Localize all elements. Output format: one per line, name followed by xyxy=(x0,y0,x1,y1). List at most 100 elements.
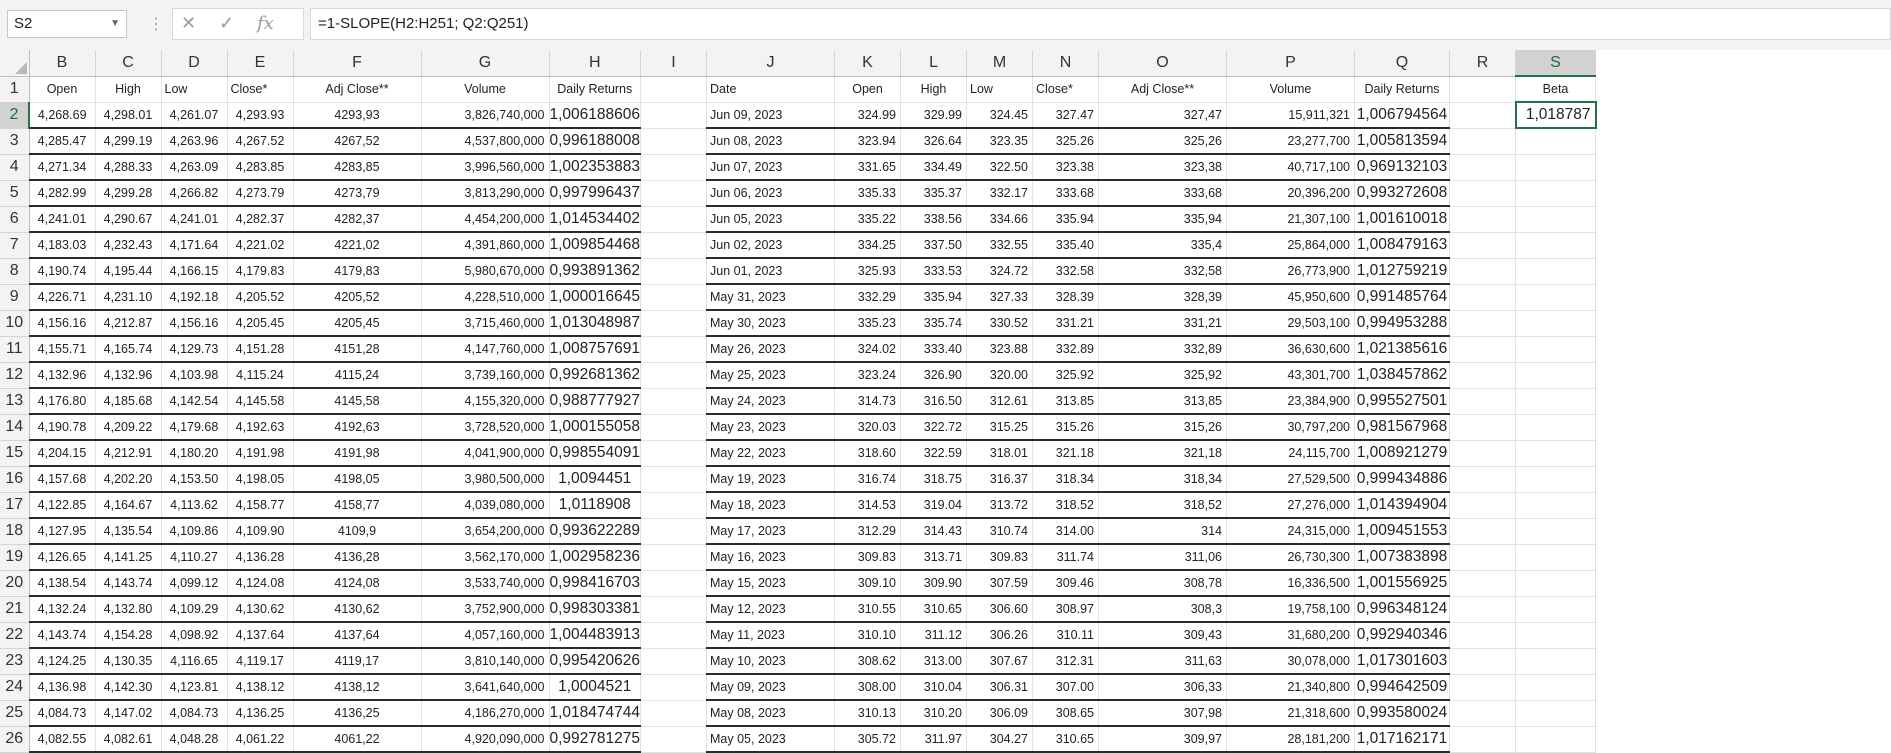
data-cell[interactable]: 4,157.68 xyxy=(29,466,96,493)
data-cell[interactable]: 332,58 xyxy=(1098,258,1228,285)
data-cell[interactable]: 4,263.96 xyxy=(161,128,228,155)
data-cell[interactable]: 4,183.03 xyxy=(29,232,96,259)
data-cell[interactable] xyxy=(1449,232,1517,259)
data-cell[interactable]: 305.72 xyxy=(834,726,902,753)
row-header[interactable]: 4 xyxy=(0,154,30,181)
data-cell[interactable]: 321,18 xyxy=(1098,440,1228,467)
data-cell[interactable]: 23,384,900 xyxy=(1226,388,1356,415)
column-label-cell[interactable]: Open xyxy=(29,76,96,103)
data-cell[interactable] xyxy=(640,102,708,129)
column-label-cell[interactable]: Close* xyxy=(227,76,294,103)
data-cell[interactable]: 4,136.25 xyxy=(227,700,294,727)
data-cell[interactable]: 4,186,270,000 xyxy=(421,700,550,727)
data-cell[interactable]: 316.37 xyxy=(966,466,1034,493)
data-cell[interactable] xyxy=(640,700,708,727)
data-cell[interactable]: 338.56 xyxy=(900,206,968,233)
data-cell[interactable]: 3,739,160,000 xyxy=(421,362,550,389)
data-cell[interactable] xyxy=(1515,128,1597,155)
row-header[interactable]: 10 xyxy=(0,310,30,337)
data-cell[interactable]: 1,038457862 xyxy=(1354,362,1451,389)
data-cell[interactable]: 3,715,460,000 xyxy=(421,310,550,337)
data-cell[interactable]: 1,021385616 xyxy=(1354,336,1451,363)
data-cell[interactable] xyxy=(1515,518,1597,545)
data-cell[interactable]: 311.97 xyxy=(900,726,968,753)
data-cell[interactable]: 307.67 xyxy=(966,648,1034,675)
data-cell[interactable]: 4,155,320,000 xyxy=(421,388,550,415)
data-cell[interactable]: 323.88 xyxy=(966,336,1034,363)
data-cell[interactable]: 3,562,170,000 xyxy=(421,544,550,571)
data-cell[interactable]: 4,204.15 xyxy=(29,440,96,467)
data-cell[interactable]: 331.65 xyxy=(834,154,902,181)
data-cell[interactable]: 4,165.74 xyxy=(95,336,162,363)
data-cell[interactable]: 4,151.28 xyxy=(227,336,294,363)
data-cell[interactable] xyxy=(1449,726,1517,753)
data-cell[interactable]: 4136,28 xyxy=(293,544,422,571)
data-cell[interactable]: 3,728,520,000 xyxy=(421,414,550,441)
data-cell[interactable]: 335.94 xyxy=(900,284,968,311)
data-cell[interactable]: 332.55 xyxy=(966,232,1034,259)
data-cell[interactable] xyxy=(640,310,708,337)
data-cell[interactable]: 0,997996437 xyxy=(549,180,642,207)
data-cell[interactable]: 322.72 xyxy=(900,414,968,441)
data-cell[interactable]: 334.66 xyxy=(966,206,1034,233)
row-header[interactable]: 15 xyxy=(0,440,30,467)
data-cell[interactable]: 4,212.91 xyxy=(95,440,162,467)
data-cell[interactable]: Jun 07, 2023 xyxy=(706,154,836,181)
data-cell[interactable]: 4,195.44 xyxy=(95,258,162,285)
row-header[interactable]: 16 xyxy=(0,466,30,493)
data-cell[interactable]: 0,991485764 xyxy=(1354,284,1451,311)
data-cell[interactable]: 0,999434886 xyxy=(1354,466,1451,493)
data-cell[interactable]: 308,3 xyxy=(1098,596,1228,623)
data-cell[interactable]: 30,797,200 xyxy=(1226,414,1356,441)
data-cell[interactable]: Jun 08, 2023 xyxy=(706,128,836,155)
data-cell[interactable]: 4,116.65 xyxy=(161,648,228,675)
data-cell[interactable]: 322.50 xyxy=(966,154,1034,181)
data-cell[interactable]: 318.34 xyxy=(1032,466,1100,493)
data-cell[interactable] xyxy=(1449,388,1517,415)
data-cell[interactable]: 335,94 xyxy=(1098,206,1228,233)
data-cell[interactable]: 309,43 xyxy=(1098,622,1228,649)
data-cell[interactable]: 4,082.61 xyxy=(95,726,162,753)
data-cell[interactable] xyxy=(1449,622,1517,649)
data-cell[interactable]: 4,142.54 xyxy=(161,388,228,415)
data-cell[interactable]: 318,34 xyxy=(1098,466,1228,493)
data-cell[interactable]: 313.00 xyxy=(900,648,968,675)
column-header-f[interactable]: F xyxy=(293,50,422,77)
column-label-cell[interactable] xyxy=(1449,76,1517,103)
data-cell[interactable]: 326.90 xyxy=(900,362,968,389)
data-cell[interactable] xyxy=(1449,466,1517,493)
column-header-g[interactable]: G xyxy=(421,50,550,77)
data-cell[interactable]: 332,89 xyxy=(1098,336,1228,363)
data-cell[interactable] xyxy=(1449,440,1517,467)
data-cell[interactable]: 1,004483913 xyxy=(549,622,642,649)
data-cell[interactable] xyxy=(1449,362,1517,389)
data-cell[interactable]: 0,992781275 xyxy=(549,726,642,753)
column-label-cell[interactable]: Date xyxy=(706,76,836,103)
data-cell[interactable]: 31,680,200 xyxy=(1226,622,1356,649)
data-cell[interactable] xyxy=(1515,544,1597,571)
data-cell[interactable] xyxy=(640,492,708,519)
data-cell[interactable]: 4,127.95 xyxy=(29,518,96,545)
data-cell[interactable]: 4,271.34 xyxy=(29,154,96,181)
data-cell[interactable] xyxy=(1449,518,1517,545)
data-cell[interactable] xyxy=(1515,414,1597,441)
data-cell[interactable] xyxy=(640,570,708,597)
data-cell[interactable] xyxy=(1449,180,1517,207)
column-label-cell[interactable]: Open xyxy=(834,76,902,103)
data-cell[interactable]: 4,241.01 xyxy=(161,206,228,233)
data-cell[interactable]: May 16, 2023 xyxy=(706,544,836,571)
data-cell[interactable]: 4,231.10 xyxy=(95,284,162,311)
data-cell[interactable] xyxy=(1515,180,1597,207)
data-cell[interactable]: 4283,85 xyxy=(293,154,422,181)
data-cell[interactable] xyxy=(640,726,708,753)
data-cell[interactable]: 28,181,200 xyxy=(1226,726,1356,753)
data-cell[interactable]: 1,002958236 xyxy=(549,544,642,571)
data-cell[interactable] xyxy=(1515,570,1597,597)
data-cell[interactable]: 4,098.92 xyxy=(161,622,228,649)
column-header-o[interactable]: O xyxy=(1098,50,1228,77)
row-header[interactable]: 5 xyxy=(0,180,30,207)
data-cell[interactable] xyxy=(1515,284,1597,311)
data-cell[interactable]: 4,537,800,000 xyxy=(421,128,550,155)
data-cell[interactable]: 314.43 xyxy=(900,518,968,545)
data-cell[interactable]: 1,009854468 xyxy=(549,232,642,259)
